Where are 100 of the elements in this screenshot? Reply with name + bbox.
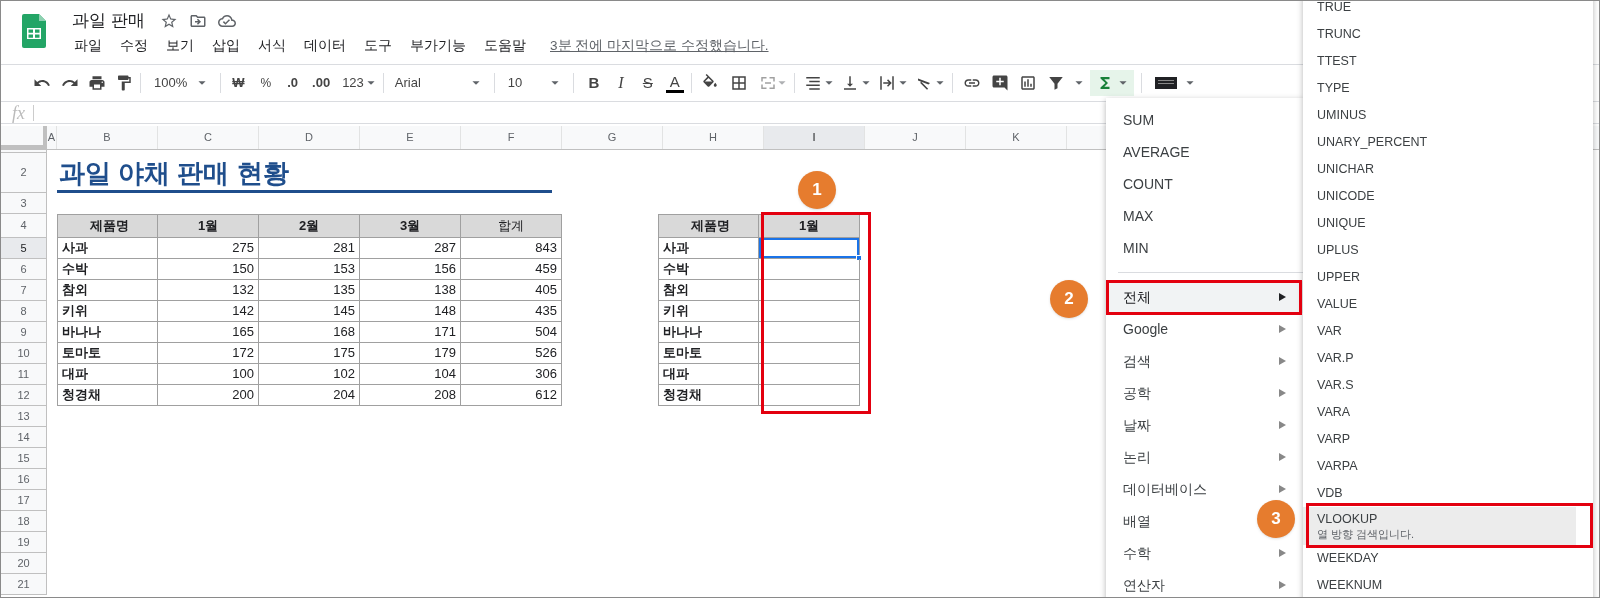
menu-item[interactable]: TYPE (1303, 75, 1576, 102)
row-header[interactable]: 19 (1, 532, 47, 553)
input-cell[interactable] (759, 322, 860, 343)
menu-item[interactable]: VLOOKUP 열 방향 검색입니다. (1303, 507, 1576, 545)
row-header[interactable]: 17 (1, 490, 47, 511)
menu-item[interactable]: MAX (1106, 200, 1304, 232)
menu-item[interactable]: 논리 (1106, 441, 1157, 473)
row-header[interactable]: 3 (1, 193, 47, 214)
menu-item[interactable]: 수학 (1106, 537, 1157, 569)
input-cell[interactable] (759, 259, 860, 280)
borders-icon[interactable] (729, 74, 748, 92)
menu-item[interactable]: 날짜 (1106, 409, 1157, 441)
menu-item[interactable]: UNICHAR (1303, 156, 1576, 183)
row-header[interactable]: 14 (1, 427, 47, 448)
menu-item[interactable]: WEEKNUM (1303, 572, 1576, 597)
menu-item[interactable]: 배열 (1106, 505, 1157, 537)
row-header[interactable]: 15 (1, 448, 47, 469)
italic-button[interactable]: I (611, 71, 630, 95)
menu-item[interactable]: UNARY_PERCENT (1303, 129, 1576, 156)
menu-item[interactable]: AVERAGE (1106, 136, 1304, 168)
menu-item[interactable]: 데이터 (302, 35, 348, 57)
row-header[interactable]: 9 (1, 322, 47, 343)
cloud-check-icon[interactable] (217, 12, 236, 30)
menu-item[interactable]: VARP (1303, 426, 1576, 453)
folder-icon[interactable] (188, 12, 207, 30)
menu-item[interactable]: 파일 (72, 35, 104, 57)
menu-item[interactable]: 보기 (164, 35, 196, 57)
font-select[interactable]: Arial (394, 73, 487, 93)
star-icon[interactable] (159, 12, 178, 30)
row-header[interactable]: 20 (1, 553, 47, 574)
input-cell[interactable] (759, 238, 860, 259)
menu-item[interactable]: 도구 (362, 35, 394, 57)
number-format-select[interactable]: 123 (342, 73, 376, 93)
menu-item[interactable]: VAR (1303, 318, 1576, 345)
add-comment-icon[interactable] (990, 74, 1009, 92)
decrease-decimal-button[interactable]: .0 (287, 73, 299, 93)
print-icon[interactable] (88, 74, 106, 92)
row-header[interactable]: 12 (1, 385, 47, 406)
menu-item[interactable]: SUM (1106, 104, 1304, 136)
input-cell[interactable] (759, 364, 860, 385)
menu-item[interactable]: Google (1106, 313, 1175, 345)
font-size-select[interactable]: 10 (507, 73, 566, 93)
menu-item[interactable]: 삽입 (210, 35, 242, 57)
menu-item[interactable]: 검색 (1106, 345, 1157, 377)
menu-item[interactable]: MIN (1106, 232, 1304, 264)
menu-item[interactable]: UPPER (1303, 264, 1576, 291)
menu-item[interactable]: VARPA (1303, 453, 1576, 480)
row-header[interactable]: 16 (1, 469, 47, 490)
percent-button[interactable]: % (260, 74, 272, 92)
menu-item[interactable]: 수정 (118, 35, 150, 57)
paint-roller-icon[interactable] (115, 74, 133, 92)
menu-item[interactable]: UPLUS (1303, 237, 1576, 264)
row-header[interactable]: 11 (1, 364, 47, 385)
text-wrap-button[interactable] (877, 74, 908, 92)
input-cell[interactable] (759, 385, 860, 406)
menu-item[interactable]: TRUE (1303, 1, 1576, 21)
text-color-button[interactable]: A (665, 73, 684, 93)
row-header[interactable]: 13 (1, 406, 47, 427)
menu-item[interactable]: 부가기능 (408, 35, 468, 57)
chart-icon[interactable] (1018, 74, 1037, 92)
fill-handle[interactable] (856, 255, 862, 261)
menu-item[interactable]: VDB (1303, 480, 1576, 507)
menu-item[interactable]: 공학 (1106, 377, 1157, 409)
menu-item[interactable]: COUNT (1106, 168, 1304, 200)
row-header[interactable]: 8 (1, 301, 47, 322)
menu-item[interactable]: 전체 (1106, 281, 1304, 313)
menu-item[interactable]: UNIQUE (1303, 210, 1576, 237)
menu-item[interactable]: TRUNC (1303, 21, 1576, 48)
column-header[interactable]: I (764, 126, 865, 149)
menu-item[interactable]: UNICODE (1303, 183, 1576, 210)
last-edit-link[interactable]: 3분 전에 마지막으로 수정했습니다. (550, 35, 769, 57)
input-cell[interactable] (759, 301, 860, 322)
currency-button[interactable]: ₩ (232, 73, 245, 93)
align-button[interactable] (803, 74, 834, 92)
menu-item[interactable]: TTEST (1303, 48, 1576, 75)
row-header[interactable]: 4 (1, 214, 47, 238)
zoom-select[interactable]: 100% (148, 70, 214, 96)
menu-item[interactable]: VALUE (1303, 291, 1576, 318)
menu-item[interactable]: UMINUS (1303, 102, 1576, 129)
row-header[interactable]: 7 (1, 280, 47, 301)
row-header[interactable]: 5 (1, 238, 47, 259)
menu-item[interactable]: VARA (1303, 399, 1576, 426)
menu-item[interactable]: VAR.P (1303, 345, 1576, 372)
input-cell[interactable] (759, 280, 860, 301)
bold-button[interactable]: B (584, 71, 603, 95)
menu-item[interactable]: 도움말 (482, 35, 528, 57)
input-cell[interactable] (759, 343, 860, 364)
functions-button[interactable] (1089, 70, 1134, 96)
increase-decimal-button[interactable]: .00 (312, 73, 331, 93)
menu-item[interactable]: WEEKDAY (1303, 545, 1576, 572)
row-header[interactable]: 18 (1, 511, 47, 532)
menu-item[interactable]: 서식 (256, 35, 288, 57)
strikethrough-button[interactable]: S (638, 71, 657, 95)
row-header[interactable]: 6 (1, 259, 47, 280)
menu-item[interactable]: 데이터베이스 (1106, 473, 1213, 505)
menu-item[interactable]: VAR.S (1303, 372, 1576, 399)
menu-item[interactable]: 연산자 (1106, 569, 1171, 597)
row-header[interactable]: 2 (1, 153, 47, 193)
row-header[interactable]: 10 (1, 343, 47, 364)
row-header[interactable]: 21 (1, 574, 47, 595)
